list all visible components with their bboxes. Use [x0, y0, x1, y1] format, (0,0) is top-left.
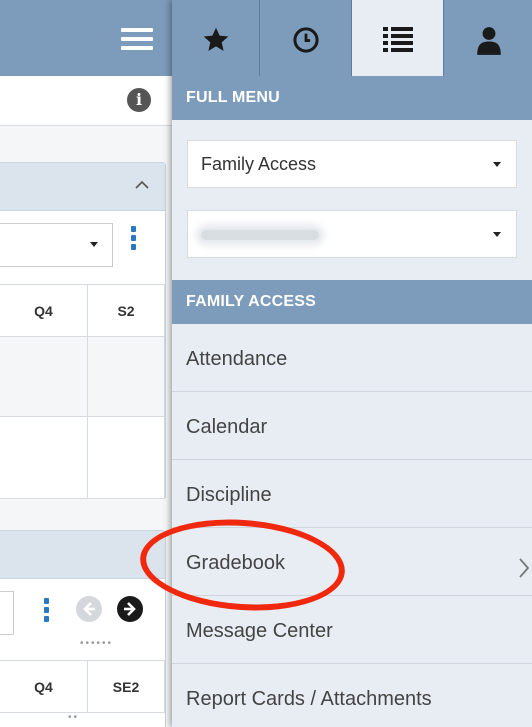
menu-item-report-cards[interactable]: Report Cards / Attachments: [172, 664, 532, 727]
menu-item-message-center[interactable]: Message Center: [172, 596, 532, 664]
dropdown-arrow-icon: [493, 162, 501, 167]
clock-icon: [293, 27, 319, 53]
pager-dots: ••••••: [80, 638, 114, 649]
grid-header-q4: Q4: [0, 661, 88, 713]
arrow-left-icon[interactable]: [76, 596, 102, 622]
resize-dots: ••: [68, 712, 80, 723]
dropdown-arrow-icon: [90, 242, 98, 247]
kebab-menu-icon[interactable]: [131, 226, 137, 253]
card-select[interactable]: [0, 223, 113, 267]
grid-header-se2: SE2: [88, 661, 165, 713]
kebab-menu-icon[interactable]: [44, 598, 50, 625]
grid-cell: [0, 417, 88, 499]
list-icon: [383, 27, 413, 52]
background-page: i Q4 S2 •••••• Q4 SE2 ••: [0, 0, 172, 727]
student-name-redacted: [201, 230, 319, 241]
grid-header-q4: Q4: [0, 285, 88, 337]
chevron-up-icon[interactable]: [134, 177, 150, 193]
menu-item-attendance[interactable]: Attendance: [172, 324, 532, 392]
menu-item-calendar[interactable]: Calendar: [172, 392, 532, 460]
grid-cell: [88, 417, 165, 499]
menu-item-gradebook[interactable]: Gradebook: [172, 528, 532, 596]
menu-tab-bar: [172, 0, 532, 76]
person-icon: [477, 27, 501, 55]
tab-full-menu[interactable]: [352, 0, 444, 76]
family-access-header: FAMILY ACCESS: [172, 280, 532, 324]
student-select[interactable]: [187, 210, 517, 258]
info-icon[interactable]: i: [127, 88, 151, 112]
second-card-header[interactable]: [0, 531, 165, 579]
full-menu-header: FULL MENU: [172, 76, 532, 120]
grades-grid-2: Q4 SE2: [0, 660, 166, 727]
grid-cell: [88, 337, 165, 417]
tab-favorites[interactable]: [172, 0, 260, 76]
arrow-right-icon[interactable]: [117, 596, 143, 622]
schedule-card-header[interactable]: [0, 163, 165, 211]
hamburger-menu-icon[interactable]: [121, 28, 153, 50]
tab-account[interactable]: [444, 0, 532, 76]
top-bar: [0, 0, 172, 76]
grades-grid: Q4 S2: [0, 284, 166, 499]
grid-cell: [0, 337, 88, 417]
full-menu-panel: FULL MENU Family Access FAMILY ACCESS At…: [172, 0, 532, 727]
grid-header-s2: S2: [88, 285, 165, 337]
chevron-right-icon[interactable]: [516, 556, 532, 580]
app-select-value: Family Access: [201, 154, 317, 174]
card-select[interactable]: [0, 591, 14, 635]
star-icon: [203, 27, 229, 51]
app-select[interactable]: Family Access: [187, 140, 517, 188]
dropdown-arrow-icon: [493, 232, 501, 237]
tab-recent[interactable]: [260, 0, 352, 76]
menu-item-discipline[interactable]: Discipline: [172, 460, 532, 528]
info-bar: i: [0, 76, 172, 126]
